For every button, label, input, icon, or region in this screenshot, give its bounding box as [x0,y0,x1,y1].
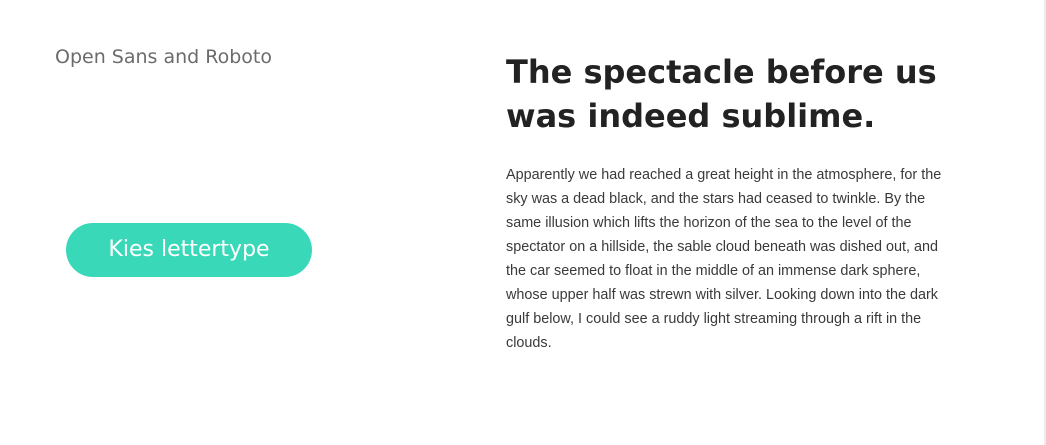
preview-body-text: Apparently we had reached a great height… [506,167,942,351]
font-pair-label: Open Sans and Roboto [55,46,272,68]
font-preview: The spectacle before us was indeed subli… [506,50,966,355]
choose-font-button[interactable]: Kies lettertype [66,223,312,277]
preview-heading: The spectacle before us was indeed subli… [506,53,937,135]
font-pairing-card: Open Sans and Roboto Kies lettertype The… [0,0,1044,445]
